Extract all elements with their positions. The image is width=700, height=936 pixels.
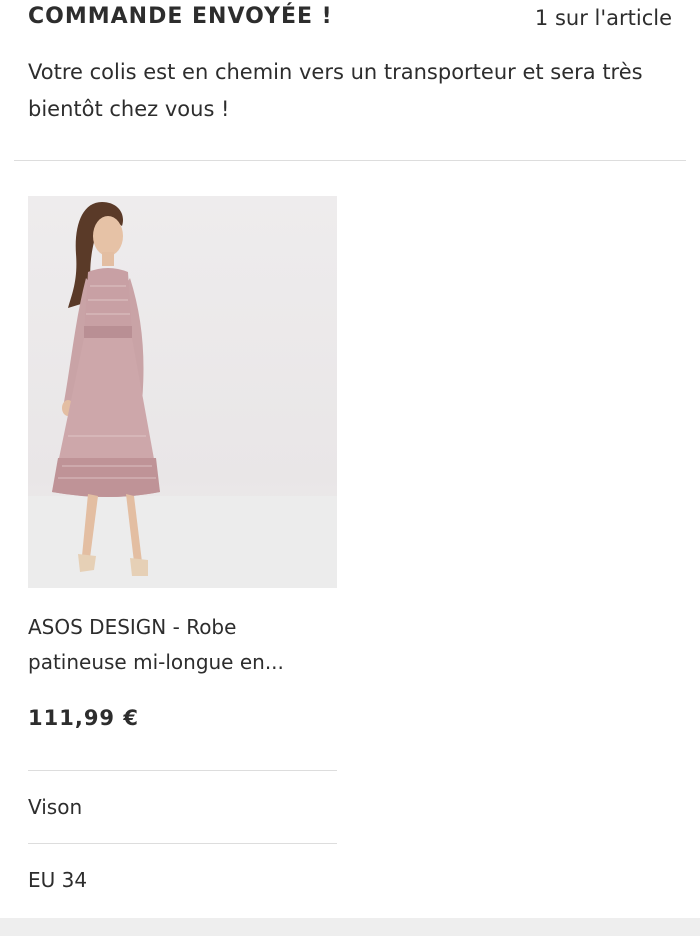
- order-status-header: COMMANDE ENVOYÉE ! 1 sur l'article: [28, 0, 672, 40]
- product-image[interactable]: [28, 196, 337, 588]
- order-status-title: COMMANDE ENVOYÉE !: [28, 4, 333, 29]
- item-count-label: 1 sur l'article: [534, 6, 672, 30]
- detail-divider: [28, 770, 337, 771]
- product-name[interactable]: ASOS DESIGN - Robe patineuse mi-longue e…: [28, 610, 328, 680]
- section-divider: [14, 160, 686, 161]
- dress-illustration: [28, 202, 337, 588]
- product-card[interactable]: ASOS DESIGN - Robe patineuse mi-longue e…: [28, 196, 337, 892]
- bottom-bar: [0, 918, 700, 936]
- product-price: 111,99 €: [28, 706, 139, 730]
- detail-divider: [28, 843, 337, 844]
- product-colour: Vison: [28, 795, 83, 819]
- order-sent-page: COMMANDE ENVOYÉE ! 1 sur l'article Votre…: [0, 0, 700, 936]
- order-status-message: Votre colis est en chemin vers un transp…: [28, 60, 643, 121]
- product-size: EU 34: [28, 868, 88, 892]
